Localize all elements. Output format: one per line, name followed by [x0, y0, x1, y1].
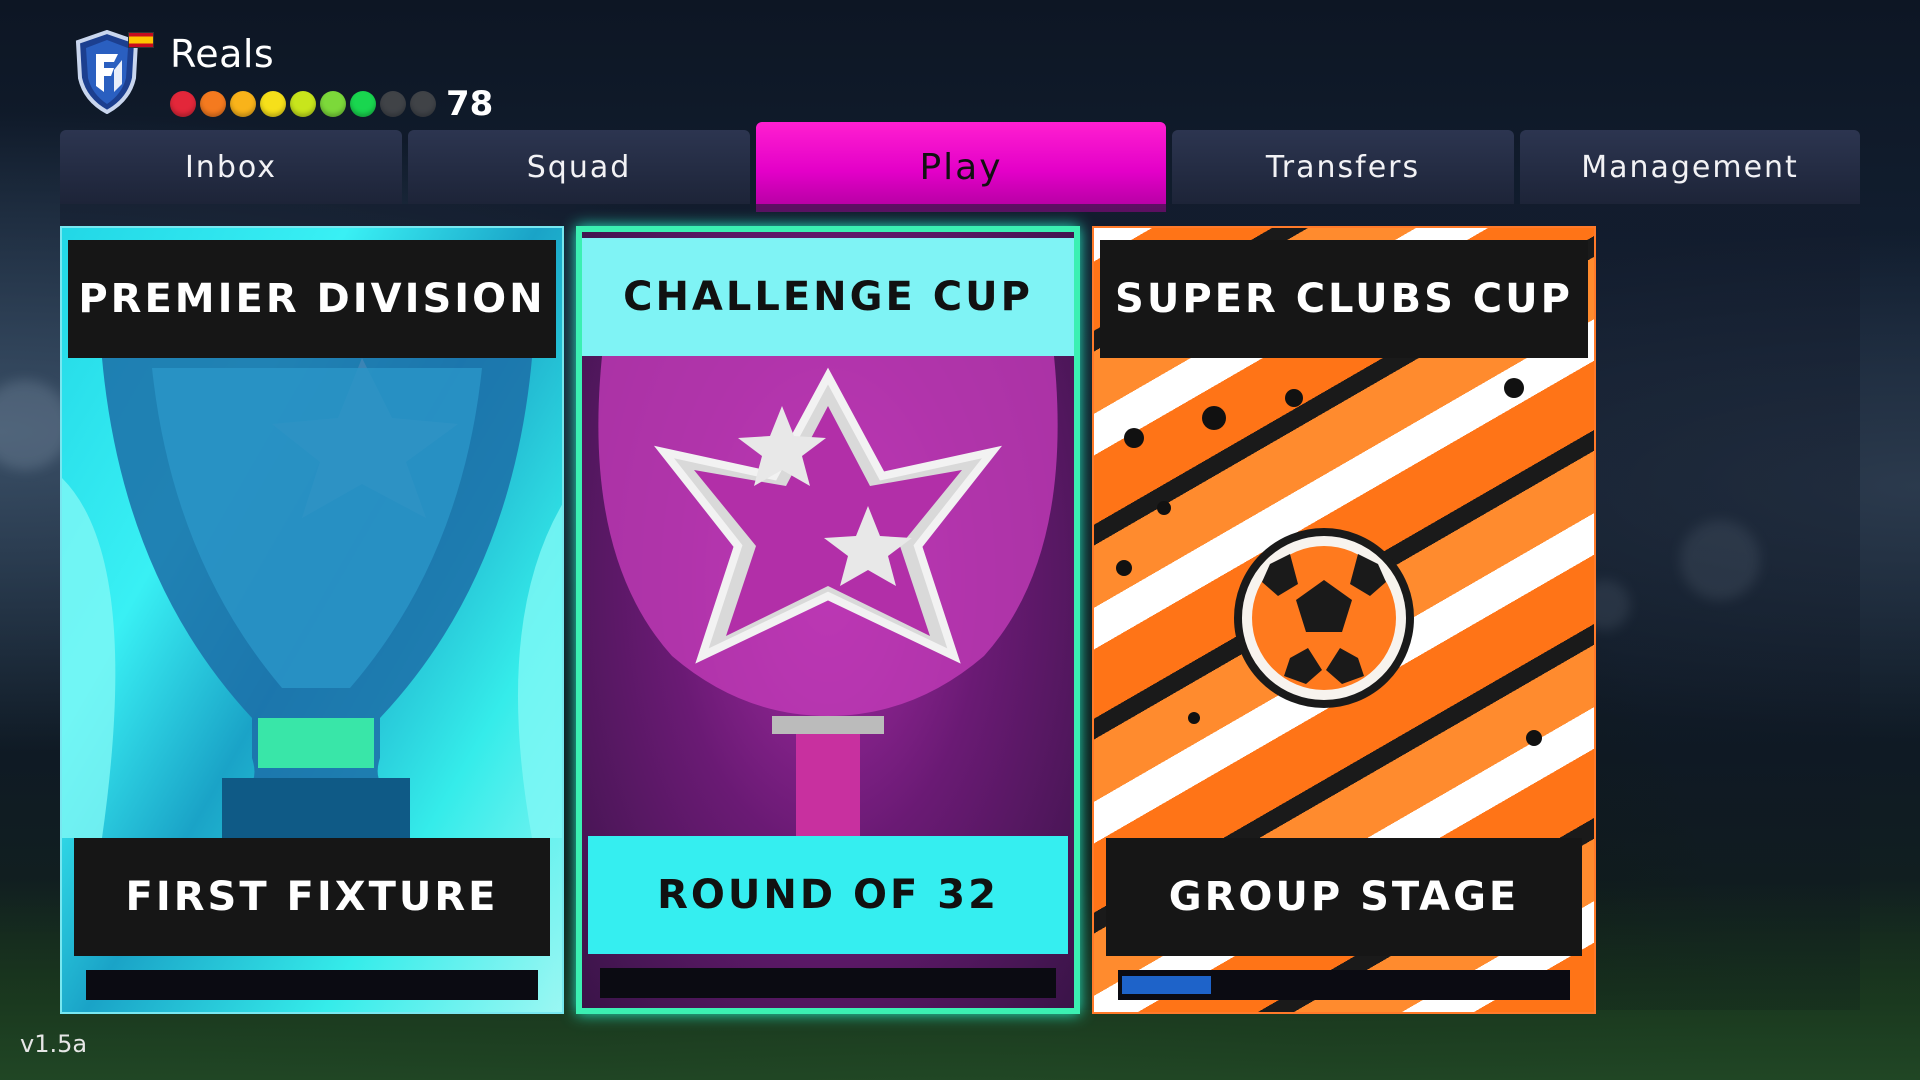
competition-card-super-clubs-cup[interactable]: SUPER CLUBS CUP GROUP STAGE: [1092, 226, 1596, 1014]
club-name: Reals: [170, 32, 275, 76]
competition-status: FIRST FIXTURE: [74, 838, 550, 956]
rating-dot: [410, 91, 436, 117]
main-nav: Inbox Squad Play Transfers Management: [60, 122, 1860, 212]
competition-card-challenge-cup[interactable]: CHALLENGE CUP ROUND OF 32: [576, 226, 1080, 1014]
cyan-trophy-icon: [62, 358, 562, 838]
competition-card-premier-division[interactable]: PREMIER DIVISION FIRST FIXTURE: [60, 226, 564, 1014]
competition-title: PREMIER DIVISION: [68, 240, 556, 358]
rating-dot: [200, 91, 226, 117]
football-icon: [1116, 378, 1542, 746]
competition-status: ROUND OF 32: [588, 836, 1068, 954]
competition-title: CHALLENGE CUP: [582, 238, 1074, 356]
tab-transfers[interactable]: Transfers: [1172, 130, 1514, 204]
rating-dots: [170, 91, 436, 117]
competition-title: SUPER CLUBS CUP: [1100, 240, 1588, 358]
tab-play[interactable]: Play: [756, 122, 1166, 212]
version-label: v1.5a: [20, 1030, 88, 1058]
rating-dot: [260, 91, 286, 117]
tab-inbox[interactable]: Inbox: [60, 130, 402, 204]
pink-star-trophy-icon: [598, 356, 1058, 836]
competition-status: GROUP STAGE: [1106, 838, 1582, 956]
rating-dot: [350, 91, 376, 117]
competition-progress: [600, 968, 1056, 998]
tab-squad[interactable]: Squad: [408, 130, 750, 204]
tab-management[interactable]: Management: [1520, 130, 1860, 204]
rating-dot: [320, 91, 346, 117]
competition-progress: [86, 970, 538, 1000]
spain-flag-icon: [128, 32, 154, 48]
rating-dot: [230, 91, 256, 117]
competition-progress: [1118, 970, 1570, 1000]
rating-dot: [290, 91, 316, 117]
rating-value: 78: [446, 84, 494, 124]
progress-fill: [1122, 976, 1211, 994]
rating-dot: [380, 91, 406, 117]
rating-dot: [170, 91, 196, 117]
club-rating: 78: [170, 84, 493, 124]
